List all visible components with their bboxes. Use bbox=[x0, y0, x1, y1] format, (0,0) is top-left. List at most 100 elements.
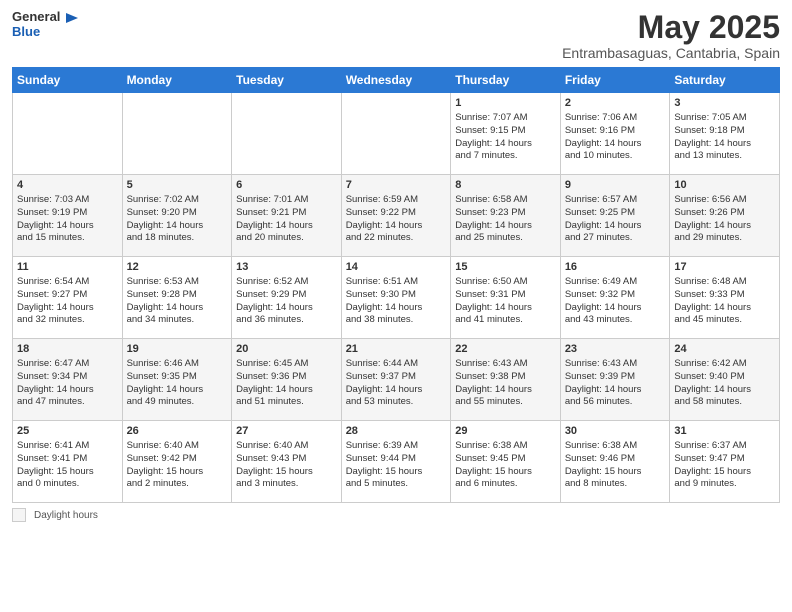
day-info: and 58 minutes. bbox=[674, 396, 775, 409]
day-cell: 29Sunrise: 6:38 AMSunset: 9:45 PMDayligh… bbox=[451, 421, 561, 503]
day-cell: 28Sunrise: 6:39 AMSunset: 9:44 PMDayligh… bbox=[341, 421, 451, 503]
day-info: and 5 minutes. bbox=[346, 478, 447, 491]
day-info: Daylight: 14 hours bbox=[455, 220, 556, 233]
day-info: Sunrise: 7:07 AM bbox=[455, 112, 556, 125]
week-row-5: 25Sunrise: 6:41 AMSunset: 9:41 PMDayligh… bbox=[13, 421, 780, 503]
day-info: Sunrise: 7:02 AM bbox=[127, 194, 228, 207]
day-info: and 22 minutes. bbox=[346, 232, 447, 245]
day-number: 25 bbox=[17, 424, 118, 439]
day-info: Daylight: 14 hours bbox=[455, 138, 556, 151]
day-info: Daylight: 14 hours bbox=[346, 384, 447, 397]
day-cell: 10Sunrise: 6:56 AMSunset: 9:26 PMDayligh… bbox=[670, 175, 780, 257]
day-info: Sunset: 9:42 PM bbox=[127, 453, 228, 466]
day-info: Sunrise: 6:44 AM bbox=[346, 358, 447, 371]
day-number: 18 bbox=[17, 342, 118, 357]
day-info: Sunset: 9:21 PM bbox=[236, 207, 337, 220]
week-row-2: 4Sunrise: 7:03 AMSunset: 9:19 PMDaylight… bbox=[13, 175, 780, 257]
header: General Blue May 2025 Entrambasaguas, Ca… bbox=[12, 10, 780, 61]
subtitle: Entrambasaguas, Cantabria, Spain bbox=[562, 45, 780, 61]
day-info: Sunset: 9:47 PM bbox=[674, 453, 775, 466]
calendar-container: General Blue May 2025 Entrambasaguas, Ca… bbox=[0, 0, 792, 612]
calendar-table: SundayMondayTuesdayWednesdayThursdayFrid… bbox=[12, 67, 780, 503]
day-info: Sunset: 9:31 PM bbox=[455, 289, 556, 302]
col-header-saturday: Saturday bbox=[670, 68, 780, 93]
day-info: Daylight: 14 hours bbox=[17, 384, 118, 397]
logo-arrow-icon bbox=[64, 11, 78, 25]
day-info: Daylight: 14 hours bbox=[565, 302, 666, 315]
col-header-sunday: Sunday bbox=[13, 68, 123, 93]
day-info: Sunrise: 6:47 AM bbox=[17, 358, 118, 371]
day-info: Sunrise: 6:52 AM bbox=[236, 276, 337, 289]
day-info: Daylight: 15 hours bbox=[17, 466, 118, 479]
day-info: and 6 minutes. bbox=[455, 478, 556, 491]
day-info: Sunrise: 7:01 AM bbox=[236, 194, 337, 207]
day-info: Daylight: 14 hours bbox=[674, 302, 775, 315]
day-info: Daylight: 14 hours bbox=[236, 220, 337, 233]
day-info: Sunset: 9:18 PM bbox=[674, 125, 775, 138]
day-number: 5 bbox=[127, 178, 228, 193]
day-info: Daylight: 14 hours bbox=[346, 302, 447, 315]
day-info: Sunrise: 6:56 AM bbox=[674, 194, 775, 207]
day-cell: 18Sunrise: 6:47 AMSunset: 9:34 PMDayligh… bbox=[13, 339, 123, 421]
day-info: Sunset: 9:20 PM bbox=[127, 207, 228, 220]
day-number: 17 bbox=[674, 260, 775, 275]
day-cell: 16Sunrise: 6:49 AMSunset: 9:32 PMDayligh… bbox=[560, 257, 670, 339]
day-info: Sunset: 9:43 PM bbox=[236, 453, 337, 466]
day-cell: 26Sunrise: 6:40 AMSunset: 9:42 PMDayligh… bbox=[122, 421, 232, 503]
day-cell: 22Sunrise: 6:43 AMSunset: 9:38 PMDayligh… bbox=[451, 339, 561, 421]
day-info: Sunrise: 6:53 AM bbox=[127, 276, 228, 289]
day-info: Daylight: 14 hours bbox=[565, 138, 666, 151]
footer: Daylight hours bbox=[12, 508, 780, 522]
col-header-tuesday: Tuesday bbox=[232, 68, 342, 93]
day-info: Sunrise: 6:51 AM bbox=[346, 276, 447, 289]
day-info: and 9 minutes. bbox=[674, 478, 775, 491]
day-info: Sunset: 9:32 PM bbox=[565, 289, 666, 302]
day-info: Sunset: 9:37 PM bbox=[346, 371, 447, 384]
day-cell bbox=[122, 93, 232, 175]
day-number: 21 bbox=[346, 342, 447, 357]
day-info: Sunset: 9:41 PM bbox=[17, 453, 118, 466]
day-info: Daylight: 14 hours bbox=[127, 302, 228, 315]
day-info: Sunrise: 6:40 AM bbox=[236, 440, 337, 453]
day-info: Sunset: 9:34 PM bbox=[17, 371, 118, 384]
day-info: Sunrise: 6:45 AM bbox=[236, 358, 337, 371]
day-cell bbox=[341, 93, 451, 175]
day-info: Sunset: 9:28 PM bbox=[127, 289, 228, 302]
day-info: Daylight: 14 hours bbox=[455, 302, 556, 315]
day-info: Daylight: 15 hours bbox=[127, 466, 228, 479]
day-info: Sunrise: 6:43 AM bbox=[565, 358, 666, 371]
day-info: Daylight: 14 hours bbox=[565, 384, 666, 397]
day-cell: 17Sunrise: 6:48 AMSunset: 9:33 PMDayligh… bbox=[670, 257, 780, 339]
day-number: 8 bbox=[455, 178, 556, 193]
week-row-4: 18Sunrise: 6:47 AMSunset: 9:34 PMDayligh… bbox=[13, 339, 780, 421]
day-info: and 43 minutes. bbox=[565, 314, 666, 327]
day-info: and 41 minutes. bbox=[455, 314, 556, 327]
day-info: and 3 minutes. bbox=[236, 478, 337, 491]
day-number: 2 bbox=[565, 96, 666, 111]
day-number: 26 bbox=[127, 424, 228, 439]
day-number: 19 bbox=[127, 342, 228, 357]
day-info: Sunrise: 6:58 AM bbox=[455, 194, 556, 207]
daylight-box bbox=[12, 508, 26, 522]
day-info: and 53 minutes. bbox=[346, 396, 447, 409]
day-number: 1 bbox=[455, 96, 556, 111]
day-info: and 55 minutes. bbox=[455, 396, 556, 409]
day-cell: 3Sunrise: 7:05 AMSunset: 9:18 PMDaylight… bbox=[670, 93, 780, 175]
day-cell: 21Sunrise: 6:44 AMSunset: 9:37 PMDayligh… bbox=[341, 339, 451, 421]
day-number: 16 bbox=[565, 260, 666, 275]
day-info: and 29 minutes. bbox=[674, 232, 775, 245]
day-info: Sunset: 9:36 PM bbox=[236, 371, 337, 384]
day-info: Sunrise: 6:38 AM bbox=[565, 440, 666, 453]
col-header-monday: Monday bbox=[122, 68, 232, 93]
day-info: Daylight: 14 hours bbox=[17, 220, 118, 233]
day-info: Sunrise: 6:46 AM bbox=[127, 358, 228, 371]
day-info: Sunset: 9:23 PM bbox=[455, 207, 556, 220]
day-cell: 25Sunrise: 6:41 AMSunset: 9:41 PMDayligh… bbox=[13, 421, 123, 503]
day-info: and 10 minutes. bbox=[565, 150, 666, 163]
day-cell: 24Sunrise: 6:42 AMSunset: 9:40 PMDayligh… bbox=[670, 339, 780, 421]
day-info: Sunset: 9:38 PM bbox=[455, 371, 556, 384]
day-info: Daylight: 15 hours bbox=[565, 466, 666, 479]
day-cell: 9Sunrise: 6:57 AMSunset: 9:25 PMDaylight… bbox=[560, 175, 670, 257]
day-info: and 0 minutes. bbox=[17, 478, 118, 491]
day-info: Sunrise: 7:05 AM bbox=[674, 112, 775, 125]
